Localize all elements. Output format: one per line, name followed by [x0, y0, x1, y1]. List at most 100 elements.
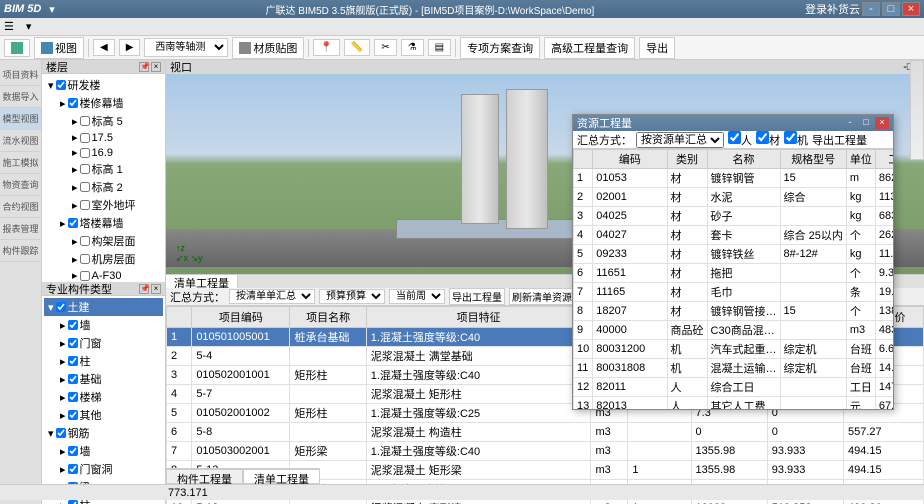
- table-row[interactable]: 304025材砂子kg683.0440.0427.32: [574, 207, 894, 226]
- mode-select[interactable]: 按清单单汇总: [229, 289, 315, 304]
- panel-close[interactable]: ×: [151, 62, 161, 72]
- nav-0[interactable]: 项目资料: [0, 64, 41, 86]
- nav-4[interactable]: 施工模拟: [0, 152, 41, 174]
- nav-fwd[interactable]: ▶: [119, 39, 141, 56]
- resource-grid[interactable]: 编码类别名称规格型号单位工程量单价合价(元)101053材镀锌钢管15m862.…: [573, 149, 893, 409]
- table-row[interactable]: 1282011人综合工日工日147.09132.534784.88: [574, 378, 894, 397]
- col-header[interactable]: 名称: [707, 150, 780, 169]
- close-button[interactable]: ×: [902, 2, 920, 16]
- tree-node[interactable]: ▸基础: [44, 370, 163, 388]
- tab-list-qty[interactable]: 清单工程量: [243, 469, 320, 484]
- float-title-bar[interactable]: 资源工程量 - □ ×: [573, 115, 893, 131]
- chk-ren[interactable]: 人: [728, 131, 752, 148]
- tree-node[interactable]: ▸塔楼幕墙: [44, 214, 163, 232]
- tree-node[interactable]: ▸标高 5: [44, 112, 163, 130]
- float-min[interactable]: -: [843, 117, 857, 129]
- export-qty-button[interactable]: 导出工程量: [449, 288, 505, 305]
- tree-node[interactable]: ▾土建: [44, 298, 163, 316]
- minimize-button[interactable]: -: [862, 2, 880, 16]
- panel-close[interactable]: ×: [151, 284, 161, 294]
- adv-query-button[interactable]: 高级工程量查询: [544, 37, 635, 59]
- col-header[interactable]: 类别: [667, 150, 707, 169]
- table-row[interactable]: 65-8泥浆混凝土 构造柱m300557.27: [167, 423, 924, 442]
- resource-window[interactable]: 资源工程量 - □ × 汇总方式： 按资源单汇总 人 材 机 导出工程量 编码类…: [572, 114, 894, 410]
- tree-node[interactable]: ▸机房层面: [44, 250, 163, 268]
- table-row[interactable]: 1382013人其它人工费元67.628167.63: [574, 397, 894, 410]
- nav-3[interactable]: 流水视图: [0, 130, 41, 152]
- table-row[interactable]: 509233材镀锌铁丝8#-12#kg11.8353.8545.56: [574, 245, 894, 264]
- table-row[interactable]: 404027材套卡综合 25以内个262.0590.45117.93: [574, 226, 894, 245]
- tree-node[interactable]: ▸门窗洞: [44, 460, 163, 478]
- maximize-button[interactable]: □: [882, 2, 900, 16]
- float-max[interactable]: □: [859, 117, 873, 129]
- col-header[interactable]: 规格型号: [780, 150, 846, 169]
- menu-item[interactable]: ▾: [26, 20, 32, 33]
- nav-1[interactable]: 数据导入: [0, 86, 41, 108]
- nav-back[interactable]: ◀: [93, 39, 115, 56]
- calc-select[interactable]: 预算预算: [319, 289, 385, 304]
- nav-8[interactable]: 构件跟踪: [0, 240, 41, 262]
- tool-filter[interactable]: ⚗: [401, 39, 424, 56]
- tool-layers[interactable]: ▤: [428, 39, 451, 56]
- menu-item[interactable]: ☰: [4, 20, 14, 33]
- tree-node[interactable]: ▸楼梯: [44, 388, 163, 406]
- float-mode-select[interactable]: 按资源单汇总: [636, 132, 724, 148]
- tab-component-qty[interactable]: 构件工程量: [166, 469, 243, 484]
- type-tree[interactable]: ▾土建▸墙▸门窗▸柱▸基础▸楼梯▸其他▾钢筋▸墙▸门窗洞▸梁▸柱▸基础▸其他▾给…: [42, 296, 165, 504]
- float-close[interactable]: ×: [875, 117, 889, 129]
- table-row[interactable]: 202001材水泥综合kg113.2770.3741.91: [574, 188, 894, 207]
- col-header[interactable]: 项目特征: [366, 307, 591, 328]
- table-row[interactable]: 101053材镀锌钢管15m862.2593.993440.41: [574, 169, 894, 188]
- chk-cai[interactable]: 材: [756, 131, 780, 148]
- float-export-button[interactable]: 导出工程量: [812, 132, 867, 148]
- col-header[interactable]: 单位: [846, 150, 875, 169]
- table-row[interactable]: 711165材毛巾条19.4434.6790.8: [574, 283, 894, 302]
- col-header[interactable]: [167, 307, 192, 328]
- col-header[interactable]: [574, 150, 593, 169]
- tool-section[interactable]: ✂: [374, 39, 396, 56]
- tool-measure[interactable]: 📏: [344, 39, 370, 56]
- table-row[interactable]: 611651材拖把个9.3119.2886.41: [574, 264, 894, 283]
- axis-gizmo[interactable]: ↑z↙x ↘y: [176, 243, 203, 264]
- material-button[interactable]: 材质贴图: [232, 37, 304, 59]
- tree-node[interactable]: ▸17.5: [44, 130, 163, 145]
- tree-node[interactable]: ▸16.9: [44, 145, 163, 160]
- chk-ji[interactable]: 机: [784, 131, 808, 148]
- col-header[interactable]: 编码: [593, 150, 667, 169]
- table-row[interactable]: 940000商品砼C30商品混…m34831.7134101981002.3: [574, 321, 894, 340]
- tree-node[interactable]: ▸楼修幕墙: [44, 94, 163, 112]
- floor-tree[interactable]: ▾研发楼▸楼修幕墙▸标高 5▸17.5▸16.9▸标高 1▸标高 2▸室外地坪▸…: [42, 74, 165, 282]
- tree-node[interactable]: ▾研发楼: [44, 76, 163, 94]
- axis-select[interactable]: 西南等轴测: [144, 38, 228, 57]
- tool-pin[interactable]: 📍: [313, 39, 339, 56]
- export-button[interactable]: 导出: [639, 37, 675, 59]
- tree-node[interactable]: ▸构架层面: [44, 232, 163, 250]
- building-model[interactable]: [461, 94, 499, 224]
- nav-6[interactable]: 合约视图: [0, 196, 41, 218]
- user-label[interactable]: 登录补货云: [805, 1, 860, 17]
- col-header[interactable]: 工程量: [875, 150, 893, 169]
- tree-node[interactable]: ▸标高 2: [44, 178, 163, 196]
- home-button[interactable]: [4, 39, 30, 57]
- tab-quantity[interactable]: 清单工程量: [166, 275, 238, 288]
- tree-node[interactable]: ▸室外地坪: [44, 196, 163, 214]
- tree-node[interactable]: ▸墙: [44, 316, 163, 334]
- building-model[interactable]: [506, 89, 548, 229]
- table-row[interactable]: 1080031200机汽车式起重…综定机台班6.604480.043170.18: [574, 340, 894, 359]
- plan-query-button[interactable]: 专项方案查询: [460, 37, 540, 59]
- nav-7[interactable]: 报表管理: [0, 218, 41, 240]
- time-select[interactable]: 当前周: [389, 289, 445, 304]
- col-header[interactable]: 项目编码: [192, 307, 290, 328]
- tree-node[interactable]: ▾钢筋: [44, 424, 163, 442]
- nav-5[interactable]: 物资查询: [0, 174, 41, 196]
- right-dock[interactable]: [910, 60, 924, 160]
- tree-node[interactable]: ▸柱: [44, 352, 163, 370]
- view-button[interactable]: 视图: [34, 37, 84, 59]
- tree-node[interactable]: ▸其他: [44, 406, 163, 424]
- nav-2[interactable]: 模型视图: [0, 108, 41, 130]
- table-row[interactable]: 7010503002001矩形梁1.混凝土强度等级:C40m31355.9893…: [167, 442, 924, 461]
- pin-icon[interactable]: 📌: [139, 62, 149, 72]
- col-header[interactable]: 项目名称: [290, 307, 366, 328]
- tree-node[interactable]: ▸墙: [44, 442, 163, 460]
- table-row[interactable]: 1180031808机混凝土运输…综定机台班14.5644806990.72: [574, 359, 894, 378]
